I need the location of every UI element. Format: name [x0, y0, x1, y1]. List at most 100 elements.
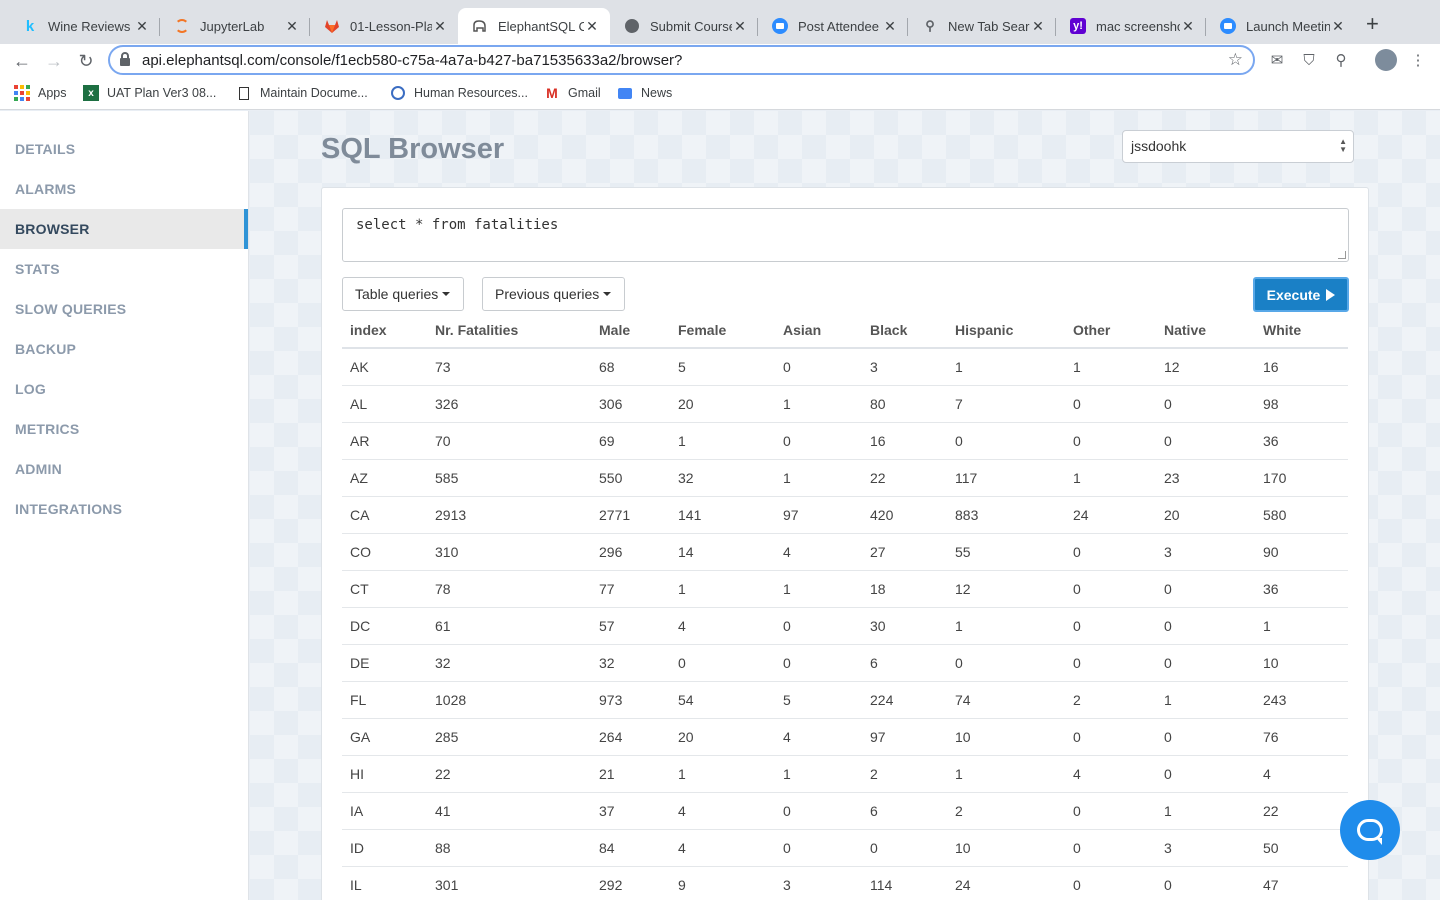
reload-icon[interactable]: ↻	[73, 48, 99, 74]
table-cell: 41	[427, 792, 591, 830]
bookmark-uat-plan[interactable]: x UAT Plan Ver3 08...	[83, 85, 216, 101]
table-row: AL 326 306 20 1 80 7 0 0 98	[342, 385, 1348, 423]
table-cell: 0	[775, 792, 862, 830]
table-cell: 98	[1255, 385, 1348, 423]
back-arrow-icon[interactable]: ←	[9, 48, 35, 74]
bookmark-human-resources[interactable]: Human Resources...	[390, 85, 528, 101]
tab-mac-screenshot[interactable]: y! mac screenshot ✕	[1056, 8, 1206, 44]
tab-submit-course[interactable]: Submit Course ✕	[610, 8, 758, 44]
table-queries-button[interactable]: Table queries	[342, 277, 464, 311]
table-cell: 0	[1156, 755, 1255, 793]
table-cell: 22	[1255, 792, 1348, 830]
bookmark-maintain-docs[interactable]: Maintain Docume...	[236, 85, 368, 101]
bookmark-label: UAT Plan Ver3 08...	[107, 86, 217, 100]
close-icon[interactable]: ✕	[1180, 18, 1196, 35]
table-cell: 0	[1065, 533, 1156, 571]
table-cell: 20	[670, 385, 775, 423]
close-icon[interactable]: ✕	[134, 18, 150, 35]
query-textarea[interactable]: select * from fatalities	[342, 208, 1349, 262]
browser-toolbar: ← → ↻ api.elephantsql.com/console/f1ecb5…	[0, 44, 1440, 78]
profile-avatar[interactable]	[1375, 49, 1397, 71]
shield-extension-icon[interactable]: ⛉	[1299, 51, 1319, 71]
table-cell: 90	[1255, 533, 1348, 571]
resize-handle-icon[interactable]	[1338, 251, 1346, 259]
bookmark-gmail[interactable]: M Gmail	[544, 85, 601, 101]
table-cell: 73	[427, 348, 591, 386]
select-arrows-icon: ▲ ▼	[1339, 137, 1347, 154]
table-cell: 68	[591, 348, 670, 386]
column-header: White	[1255, 312, 1348, 349]
bookmark-apps[interactable]: Apps	[14, 85, 67, 101]
table-cell: 0	[1065, 422, 1156, 460]
sidebar-item-log[interactable]: LOG	[0, 369, 248, 409]
tab-post-attendee[interactable]: Post Attendee ✕	[758, 8, 908, 44]
bookmark-label: News	[641, 86, 673, 100]
sidebar-item-backup[interactable]: BACKUP	[0, 329, 248, 369]
query-text: select * from fatalities	[356, 217, 559, 233]
table-cell: 285	[427, 718, 591, 756]
tab-lesson-plans[interactable]: 01-Lesson-Plans ✕	[310, 8, 458, 44]
tab-launch-meeting[interactable]: Launch Meeting ✕	[1206, 8, 1356, 44]
table-cell: 4	[775, 533, 862, 571]
tab-wine-reviews[interactable]: k Wine Reviews | Kaggle ✕	[8, 8, 160, 44]
bookmark-label: Gmail	[568, 86, 601, 100]
table-cell: 2913	[427, 496, 591, 534]
sidebar-item-slow-queries[interactable]: SLOW QUERIES	[0, 289, 248, 329]
column-header: Female	[670, 312, 775, 349]
close-icon[interactable]: ✕	[1030, 18, 1046, 35]
zoom-icon	[1220, 18, 1236, 34]
sidebar-item-integrations[interactable]: INTEGRATIONS	[0, 489, 248, 529]
tab-title: mac screenshot	[1096, 18, 1180, 34]
table-cell: 1	[1156, 681, 1255, 719]
address-bar[interactable]: api.elephantsql.com/console/f1ecb580-c75…	[108, 45, 1255, 75]
close-icon[interactable]: ✕	[284, 18, 300, 35]
table-cell: 36	[1255, 422, 1348, 460]
table-cell: 114	[862, 866, 947, 900]
table-cell: AK	[342, 348, 427, 386]
news-icon	[617, 85, 633, 101]
table-cell: 1	[670, 755, 775, 793]
tab-jupyterlab[interactable]: JupyterLab ✕	[160, 8, 310, 44]
forward-arrow-icon[interactable]: →	[41, 48, 67, 74]
sidebar-item-admin[interactable]: ADMIN	[0, 449, 248, 489]
close-icon[interactable]: ✕	[432, 18, 448, 35]
table-cell: 0	[670, 644, 775, 682]
close-icon[interactable]: ✕	[1330, 18, 1346, 35]
column-header: Asian	[775, 312, 862, 349]
bookmark-news[interactable]: News	[617, 85, 672, 101]
execute-button[interactable]: Execute	[1253, 277, 1349, 312]
close-icon[interactable]: ✕	[882, 18, 898, 35]
table-cell: CT	[342, 570, 427, 608]
bookmark-star-icon[interactable]: ☆	[1228, 50, 1243, 70]
chat-support-button[interactable]	[1340, 800, 1400, 860]
mail-extension-icon[interactable]: ✉	[1267, 51, 1287, 71]
close-icon[interactable]: ✕	[732, 18, 748, 35]
close-icon[interactable]: ✕	[584, 18, 600, 35]
doc-icon	[236, 85, 252, 101]
previous-queries-button[interactable]: Previous queries	[482, 277, 625, 311]
tab-title: JupyterLab	[200, 18, 265, 34]
table-cell: 4	[670, 607, 775, 645]
database-select[interactable]: jssdoohk ▲ ▼	[1122, 130, 1354, 163]
zoom-magnifier-icon[interactable]: ⚲	[1331, 51, 1351, 71]
sidebar-item-metrics[interactable]: METRICS	[0, 409, 248, 449]
table-cell: 5	[775, 681, 862, 719]
table-cell: 6	[862, 792, 947, 830]
menu-kebab-icon[interactable]: ⋮	[1408, 51, 1428, 71]
sidebar-item-details[interactable]: DETAILS	[0, 129, 248, 169]
sidebar-item-stats[interactable]: STATS	[0, 249, 248, 289]
sidebar-item-alarms[interactable]: ALARMS	[0, 169, 248, 209]
table-cell: 1	[1065, 348, 1156, 386]
tab-new-tab-search[interactable]: ⚲ New Tab Search ✕	[908, 8, 1056, 44]
new-tab-plus-icon[interactable]: +	[1366, 13, 1379, 35]
table-cell: CO	[342, 533, 427, 571]
table-cell: 3	[775, 866, 862, 900]
table-row: ID 88 84 4 0 0 10 0 3 50	[342, 829, 1348, 867]
table-cell: 10	[1255, 644, 1348, 682]
table-cell: 420	[862, 496, 947, 534]
tab-elephantsql[interactable]: ElephantSQL Console ✕	[458, 8, 610, 44]
sidebar-item-browser[interactable]: BROWSER	[0, 209, 248, 249]
table-cell: 292	[591, 866, 670, 900]
table-cell: 2	[862, 755, 947, 793]
table-cell: 20	[1156, 496, 1255, 534]
